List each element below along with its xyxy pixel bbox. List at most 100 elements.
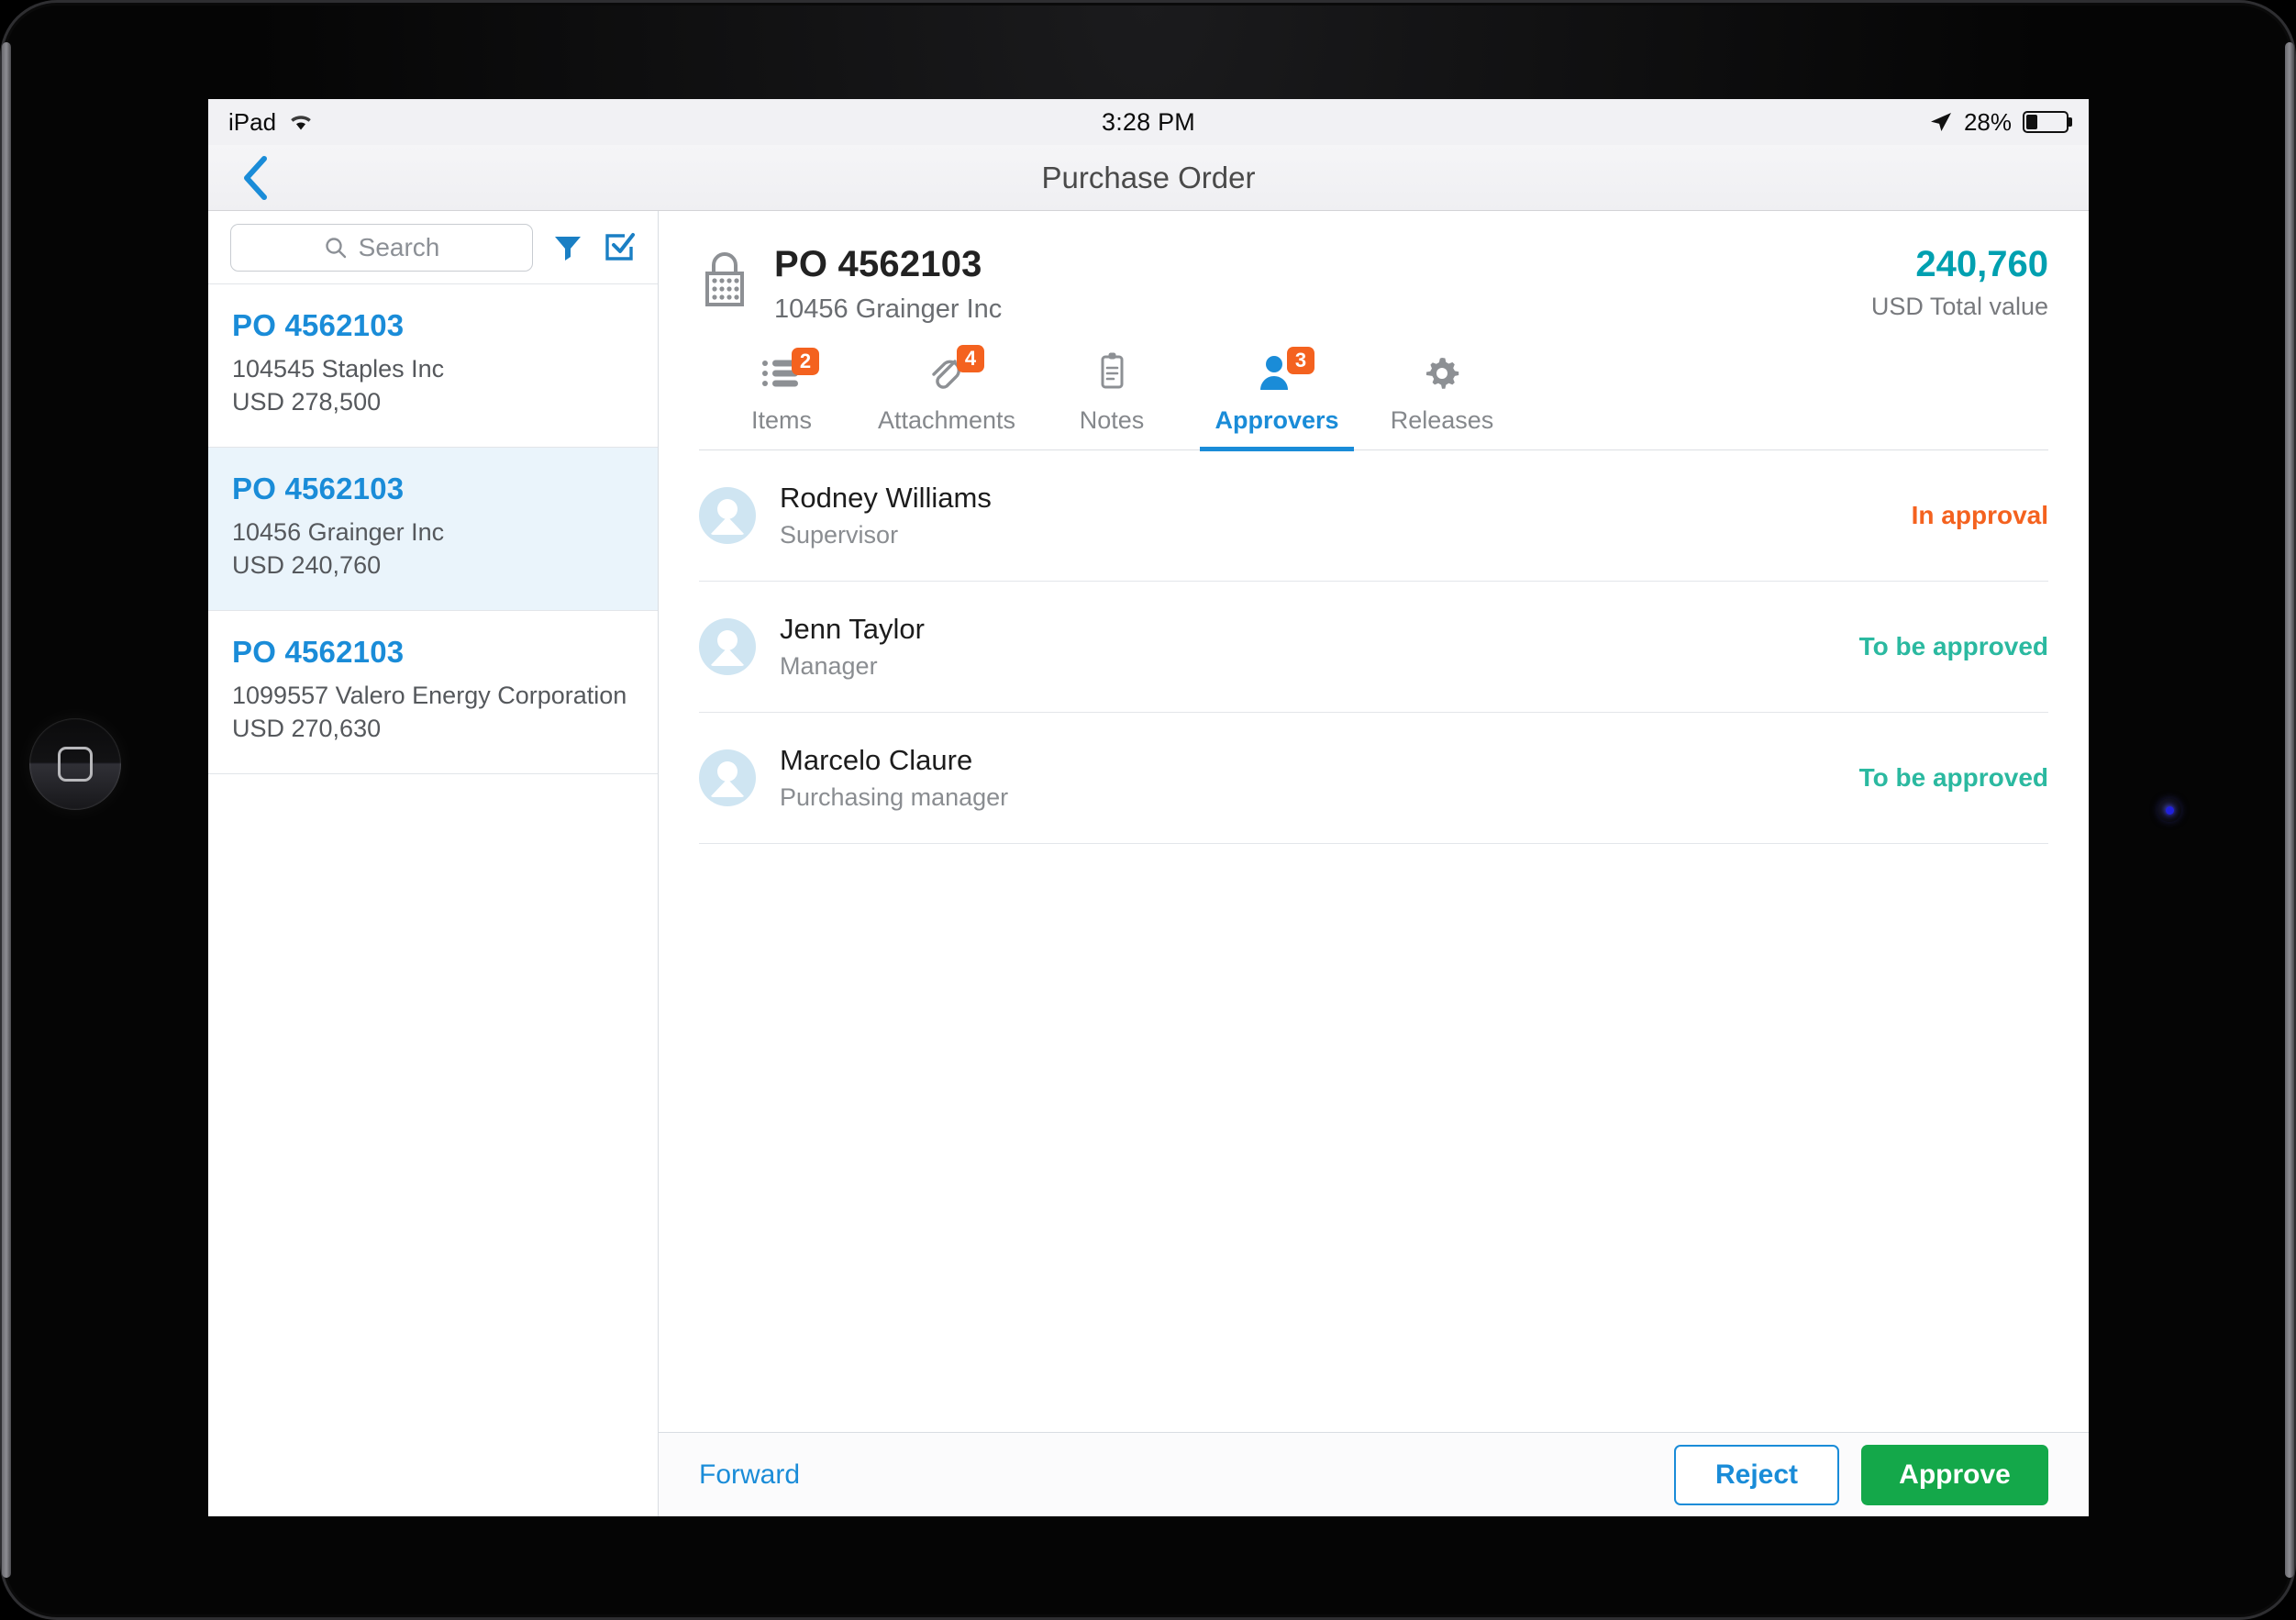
tab-bar: 2 Items 4 Attachments Notes 3 Approvers …	[699, 345, 2048, 451]
list-item[interactable]: PO 4562103 1099557 Valero Energy Corpora…	[208, 610, 658, 774]
po-vendor: 104545 Staples Inc	[232, 355, 445, 383]
detail-po-title: PO 4562103	[774, 244, 982, 284]
tab-badge: 4	[957, 345, 984, 372]
navigation-bar: Purchase Order	[208, 145, 2089, 211]
status-bar-right: 28%	[1929, 108, 2069, 137]
shopping-basket-icon	[699, 250, 750, 313]
list-item[interactable]: Rodney Williams Supervisor In approval	[699, 450, 2048, 582]
status-bar: iPad 3:28 PM 28%	[208, 99, 2089, 145]
avatar	[699, 487, 756, 544]
tab-badge: 2	[792, 348, 819, 375]
back-button[interactable]	[230, 153, 280, 203]
chevron-left-icon	[244, 155, 267, 200]
approvers-list: Rodney Williams Supervisor In approval J…	[699, 450, 2048, 844]
list-item[interactable]: Marcelo Claure Purchasing manager To be …	[699, 713, 2048, 844]
po-id: PO 4562103	[232, 471, 405, 505]
po-vendor: 10456 Grainger Inc	[232, 517, 445, 546]
search-input[interactable]: Search	[230, 223, 533, 272]
search-toolbar: Search	[208, 211, 658, 284]
device-side-rail-right	[2285, 42, 2294, 1578]
list-item[interactable]: Jenn Taylor Manager To be approved	[699, 582, 2048, 713]
status-badge: To be approved	[1858, 632, 2048, 660]
content-area: Search PO 4562103 104545 Staples Inc USD…	[208, 211, 2089, 1516]
approver-name: Rodney Williams	[780, 482, 992, 514]
approver-name: Marcelo Claure	[780, 744, 973, 776]
tab-attachments[interactable]: 4 Attachments	[864, 345, 1029, 449]
device-side-rail-left	[2, 42, 11, 1578]
clipboard-icon	[1091, 350, 1133, 393]
checkbox-checked-icon	[605, 232, 635, 261]
filter-funnel-icon	[555, 236, 581, 261]
approver-name: Jenn Taylor	[780, 613, 925, 645]
approve-button[interactable]: Approve	[1861, 1444, 2048, 1505]
front-camera	[2157, 798, 2181, 822]
avatar-head	[717, 630, 738, 650]
battery-icon	[2023, 111, 2069, 133]
avatar	[699, 749, 756, 806]
approver-info: Marcelo Claure Purchasing manager	[780, 744, 1008, 812]
approver-info: Jenn Taylor Manager	[780, 613, 925, 681]
gear-icon	[1421, 352, 1463, 394]
home-button[interactable]	[29, 718, 121, 810]
tab-underline	[1200, 447, 1354, 451]
approver-role: Manager	[780, 652, 878, 680]
person-icon: 3	[1256, 347, 1314, 396]
detail-empty-space	[659, 844, 2089, 1432]
po-amount: USD 240,760	[232, 551, 382, 580]
tab-notes[interactable]: Notes	[1029, 350, 1194, 449]
avatar-head	[717, 499, 738, 519]
tab-label: Approvers	[1215, 406, 1339, 434]
master-list-panel: Search PO 4562103 104545 Staples Inc USD…	[208, 211, 659, 1516]
total-value-label: USD Total value	[1870, 293, 2048, 320]
tab-releases[interactable]: Releases	[1359, 352, 1525, 449]
battery-percent-label: 28%	[1963, 107, 2012, 136]
reject-button[interactable]: Reject	[1674, 1444, 1839, 1505]
approver-role: Supervisor	[780, 521, 899, 549]
detail-header-text: PO 4562103 10456 Grainger Inc	[774, 244, 1002, 325]
tab-label: Items	[750, 406, 812, 434]
po-amount: USD 270,630	[232, 715, 382, 743]
status-bar-clock: 3:28 PM	[1102, 107, 1195, 136]
po-id: PO 4562103	[232, 634, 405, 669]
master-list-empty-space	[208, 773, 658, 1516]
tab-badge: 3	[1287, 347, 1314, 374]
detail-panel: PO 4562103 10456 Grainger Inc 240,760 US…	[659, 211, 2089, 1516]
location-arrow-icon	[1929, 110, 1953, 134]
total-value: 240,760	[1915, 244, 2048, 284]
tab-label: Releases	[1390, 406, 1494, 434]
detail-total: 240,760 USD Total value	[1871, 244, 2048, 321]
app-screen: iPad 3:28 PM 28% Purchase Order Search P…	[208, 99, 2089, 1516]
detail-header: PO 4562103 10456 Grainger Inc 240,760 US…	[659, 211, 2089, 325]
list-icon: 2	[760, 348, 819, 397]
forward-button[interactable]: Forward	[699, 1459, 800, 1491]
po-vendor: 1099557 Valero Energy Corporation	[232, 681, 627, 709]
home-button-square-icon	[58, 747, 93, 782]
multi-select-button[interactable]	[603, 231, 636, 264]
avatar-body	[710, 779, 745, 797]
po-amount: USD 278,500	[232, 388, 382, 416]
avatar-body	[710, 516, 745, 535]
action-bar: Forward Reject Approve	[659, 1432, 2089, 1516]
search-icon	[325, 237, 346, 258]
filter-button[interactable]	[551, 231, 584, 264]
page-title: Purchase Order	[1041, 160, 1256, 194]
list-item[interactable]: PO 4562103 104545 Staples Inc USD 278,50…	[208, 284, 658, 448]
detail-po-vendor: 10456 Grainger Inc	[774, 294, 1003, 324]
battery-fill	[2026, 115, 2037, 129]
search-placeholder: Search	[358, 232, 440, 261]
approver-info: Rodney Williams Supervisor	[780, 482, 992, 549]
camera-glint	[2165, 805, 2174, 815]
list-item[interactable]: PO 4562103 10456 Grainger Inc USD 240,76…	[208, 447, 658, 611]
status-badge: In approval	[1911, 501, 2048, 529]
tab-label: Attachments	[877, 406, 1016, 434]
po-id: PO 4562103	[232, 308, 405, 342]
avatar-head	[717, 761, 738, 782]
avatar-body	[710, 648, 745, 666]
ipad-device: iPad 3:28 PM 28% Purchase Order Search P…	[0, 0, 2296, 1620]
approver-role: Purchasing manager	[780, 783, 1009, 811]
tab-approvers[interactable]: 3 Approvers	[1194, 347, 1359, 451]
tab-items[interactable]: 2 Items	[699, 348, 864, 449]
avatar	[699, 618, 756, 675]
paperclip-icon: 4	[926, 345, 984, 394]
tab-label: Notes	[1079, 406, 1145, 434]
